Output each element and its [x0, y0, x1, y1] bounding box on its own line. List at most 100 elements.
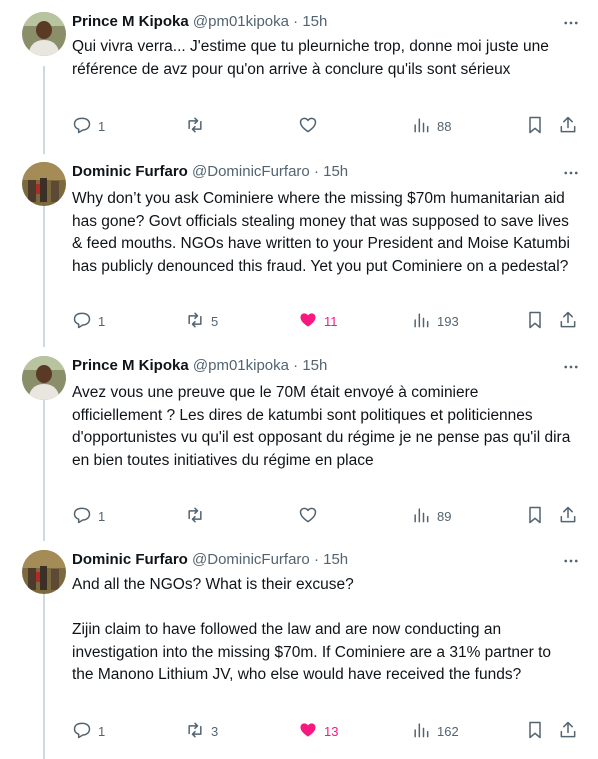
display-name[interactable]: Dominic Furfaro — [72, 551, 188, 568]
more-icon[interactable] — [562, 14, 580, 32]
avatar[interactable] — [22, 162, 66, 206]
separator-dot: · — [293, 357, 299, 374]
repost-button[interactable] — [185, 115, 211, 137]
heart-icon — [298, 310, 318, 333]
repost-count: 5 — [211, 313, 219, 329]
views-icon — [411, 115, 431, 138]
timestamp[interactable]: 15h — [323, 163, 348, 180]
tweet-header: Dominic Furfaro @DominicFurfaro · 15h — [72, 162, 348, 182]
action-bar: 1 5 11 193 — [72, 310, 582, 332]
reply-count: 1 — [98, 508, 106, 524]
bookmark-icon — [525, 505, 545, 528]
like-count: 11 — [324, 313, 338, 329]
timestamp[interactable]: 15h — [302, 357, 327, 374]
separator-dot: · — [313, 551, 319, 568]
reply-count: 1 — [98, 118, 106, 134]
share-icon — [558, 720, 578, 743]
reply-button[interactable]: 1 — [72, 310, 105, 332]
share-button[interactable] — [558, 505, 578, 527]
bookmark-button[interactable] — [525, 115, 545, 137]
handle[interactable]: @DominicFurfaro — [192, 551, 310, 568]
heart-icon — [298, 505, 318, 528]
share-icon — [558, 505, 578, 528]
views-button[interactable]: 193 — [411, 310, 459, 332]
repost-count: 3 — [211, 723, 219, 739]
display-name[interactable]: Prince M Kipoka — [72, 357, 189, 374]
repost-icon — [185, 115, 205, 138]
display-name[interactable]: Prince M Kipoka — [72, 13, 189, 30]
tweet-text: Qui vivra verra... J'estime que tu pleur… — [72, 38, 554, 78]
handle[interactable]: @pm01kipoka — [193, 357, 289, 374]
timestamp[interactable]: 15h — [323, 551, 348, 568]
reply-icon — [72, 115, 92, 138]
bookmark-icon — [525, 720, 545, 743]
views-button[interactable]: 88 — [411, 115, 451, 137]
tweet-text: Avez vous une preuve que le 70M était en… — [72, 384, 575, 469]
views-button[interactable]: 162 — [411, 720, 459, 742]
reply-count: 1 — [98, 723, 106, 739]
reply-button[interactable]: 1 — [72, 505, 105, 527]
share-button[interactable] — [558, 115, 578, 137]
reply-icon — [72, 310, 92, 333]
action-bar: 1 89 — [72, 505, 582, 527]
views-button[interactable]: 89 — [411, 505, 451, 527]
more-icon[interactable] — [562, 358, 580, 376]
views-icon — [411, 505, 431, 528]
bookmark-button[interactable] — [525, 720, 545, 742]
tweet-header: Prince M Kipoka @pm01kipoka · 15h — [72, 356, 327, 376]
tweet-header: Prince M Kipoka @pm01kipoka · 15h — [72, 12, 327, 32]
like-count: 13 — [324, 723, 339, 739]
view-count: 89 — [437, 508, 452, 524]
views-icon — [411, 310, 431, 333]
like-button[interactable]: 13 — [298, 720, 338, 742]
more-icon[interactable] — [562, 164, 580, 182]
views-icon — [411, 720, 431, 743]
tweet-text: Why don’t you ask Cominiere where the mi… — [72, 190, 575, 275]
tweet[interactable]: Dominic Furfaro @DominicFurfaro · 15h An… — [0, 550, 598, 750]
view-count: 88 — [437, 118, 452, 134]
reply-button[interactable]: 1 — [72, 720, 105, 742]
share-icon — [558, 310, 578, 333]
repost-icon — [185, 505, 205, 528]
share-button[interactable] — [558, 310, 578, 332]
reply-count: 1 — [98, 313, 106, 329]
action-bar: 1 88 — [72, 115, 582, 137]
like-button[interactable] — [298, 505, 324, 527]
bookmark-button[interactable] — [525, 505, 545, 527]
action-bar: 1 3 13 162 — [72, 720, 582, 742]
bookmark-icon — [525, 115, 545, 138]
bookmark-icon — [525, 310, 545, 333]
like-button[interactable] — [298, 115, 324, 137]
separator-dot: · — [293, 13, 299, 30]
repost-button[interactable]: 3 — [185, 720, 218, 742]
repost-icon — [185, 720, 205, 743]
share-icon — [558, 115, 578, 138]
reply-icon — [72, 720, 92, 743]
handle[interactable]: @DominicFurfaro — [192, 163, 310, 180]
avatar[interactable] — [22, 12, 66, 56]
tweet[interactable]: Dominic Furfaro @DominicFurfaro · 15h Wh… — [0, 162, 598, 342]
tweet-text: And all the NGOs? What is their excuse? … — [72, 576, 552, 683]
timestamp[interactable]: 15h — [302, 13, 327, 30]
share-button[interactable] — [558, 720, 578, 742]
handle[interactable]: @pm01kipoka — [193, 13, 289, 30]
reply-button[interactable]: 1 — [72, 115, 105, 137]
tweet-header: Dominic Furfaro @DominicFurfaro · 15h — [72, 550, 348, 570]
repost-button[interactable]: 5 — [185, 310, 218, 332]
more-icon[interactable] — [562, 552, 580, 570]
repost-icon — [185, 310, 205, 333]
bookmark-button[interactable] — [525, 310, 545, 332]
tweet[interactable]: Prince M Kipoka @pm01kipoka · 15h Avez v… — [0, 356, 598, 536]
avatar[interactable] — [22, 356, 66, 400]
like-button[interactable]: 11 — [298, 310, 338, 332]
tweet[interactable]: Prince M Kipoka @pm01kipoka · 15h Qui vi… — [0, 12, 598, 150]
avatar[interactable] — [22, 550, 66, 594]
reply-icon — [72, 505, 92, 528]
repost-button[interactable] — [185, 505, 211, 527]
heart-icon — [298, 720, 318, 743]
view-count: 162 — [437, 723, 459, 739]
heart-icon — [298, 115, 318, 138]
separator-dot: · — [313, 163, 319, 180]
display-name[interactable]: Dominic Furfaro — [72, 163, 188, 180]
view-count: 193 — [437, 313, 459, 329]
